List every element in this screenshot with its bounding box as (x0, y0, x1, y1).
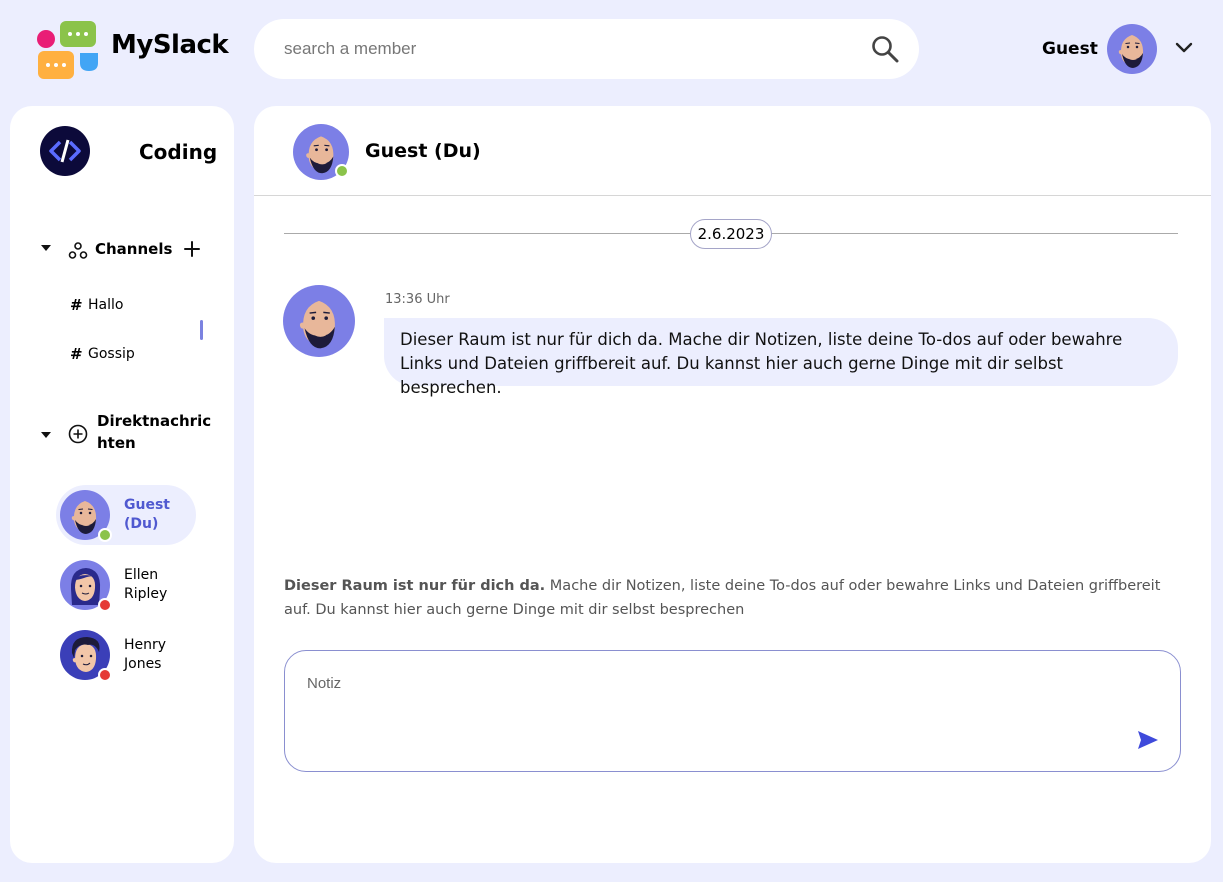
member-search[interactable] (254, 19, 919, 79)
channels-icon (68, 242, 88, 259)
message-composer[interactable] (284, 650, 1181, 772)
chat-panel: Guest (Du) 2.6.2023 13:36 Uhr Dieser Rau… (254, 106, 1211, 863)
channels-section-header[interactable]: Channels (40, 238, 172, 260)
avatar (60, 490, 112, 542)
add-circle-icon[interactable] (68, 424, 88, 444)
direct-messages-section-header[interactable]: Direktnachric hten (40, 410, 212, 454)
search-input[interactable] (284, 39, 919, 59)
hash-icon: # (70, 345, 83, 363)
room-info-text: Dieser Raum ist nur für dich da. Mache d… (284, 574, 1184, 622)
avatar[interactable] (283, 285, 355, 357)
chat-title[interactable]: Guest (Du) (365, 140, 481, 162)
avatar (60, 560, 112, 612)
sidebar: Coding Channels # Hallo # Gossip Direktn… (10, 106, 234, 863)
myslack-logo (37, 21, 98, 79)
hash-icon: # (70, 296, 83, 314)
avatar[interactable] (293, 124, 349, 180)
dm-item-guest[interactable]: Guest (Du) (56, 485, 196, 545)
chat-header: Guest (Du) (254, 106, 1211, 196)
add-channel-icon[interactable] (183, 240, 201, 258)
chevron-down-icon[interactable] (1174, 40, 1194, 56)
direct-messages-label: Direktnachric hten (97, 412, 212, 452)
message-timestamp: 13:36 Uhr (385, 292, 450, 307)
channel-item-gossip[interactable]: # Gossip (70, 345, 135, 363)
dm-name: Guest (Du) (124, 497, 170, 532)
dm-name: Henry Jones (124, 637, 167, 672)
channel-label: Gossip (88, 346, 135, 362)
channel-item-hallo[interactable]: # Hallo (70, 296, 123, 314)
date-badge: 2.6.2023 (690, 219, 772, 249)
dm-name: Ellen Ripley (124, 567, 168, 602)
note-input[interactable] (307, 675, 1107, 715)
current-user-name[interactable]: Guest (1042, 39, 1098, 59)
online-status-dot (98, 528, 112, 542)
dm-item-ellen-ripley[interactable]: Ellen Ripley (60, 560, 200, 612)
brand-name: MySlack (111, 30, 229, 60)
header: MySlack Guest (0, 0, 1223, 100)
caret-down-icon[interactable] (40, 243, 52, 253)
online-status-dot (335, 164, 349, 178)
avatar (60, 630, 112, 682)
scrollbar[interactable] (200, 320, 203, 340)
offline-status-dot (98, 668, 112, 682)
message-bubble[interactable]: Dieser Raum ist nur für dich da. Mache d… (384, 318, 1178, 397)
dm-item-henry-jones[interactable]: Henry Jones (60, 630, 200, 682)
workspace-name: Coding (139, 140, 218, 164)
offline-status-dot (98, 598, 112, 612)
send-icon[interactable] (1136, 729, 1160, 751)
workspace-logo (40, 126, 90, 176)
search-icon[interactable] (871, 35, 899, 63)
caret-down-icon[interactable] (40, 430, 52, 440)
channels-label: Channels (95, 240, 173, 258)
channel-label: Hallo (88, 297, 124, 313)
room-info-bold: Dieser Raum ist nur für dich da. (284, 578, 546, 594)
avatar[interactable] (1107, 24, 1157, 74)
